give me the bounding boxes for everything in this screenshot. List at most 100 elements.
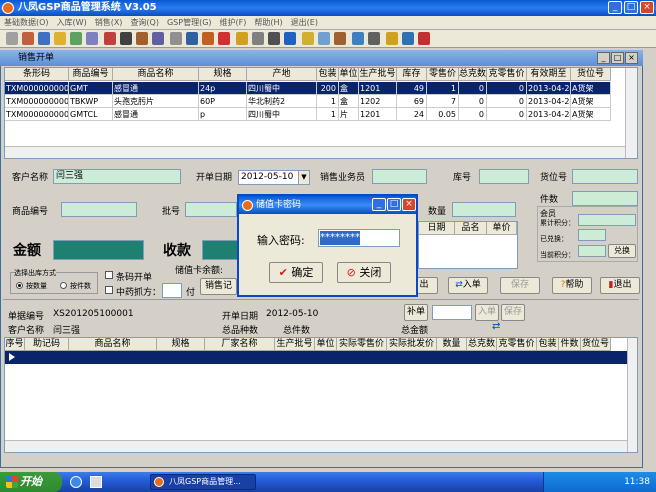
- toolbar-tool-icon[interactable]: [268, 32, 280, 45]
- product-grid[interactable]: 条形码 商品编号 商品名称 规格 产地 包装 单位 生产批号 库存 零售价 总克数 克零售价 有效期至货…: [4, 67, 638, 159]
- exit-button[interactable]: ▮退出: [600, 277, 640, 294]
- dialog-close-button[interactable]: ⊘ 关闭: [337, 262, 391, 283]
- radio-by-qty[interactable]: [16, 282, 23, 289]
- toolbar-tool-icon[interactable]: [6, 32, 18, 45]
- toolbar-tool-icon[interactable]: [284, 32, 296, 45]
- panel-maximize-icon[interactable]: □: [611, 52, 624, 64]
- grid-header-cell[interactable]: 总克数: [459, 68, 487, 81]
- order-header-cell[interactable]: 助记码: [25, 338, 69, 351]
- toolbar-tool-icon[interactable]: [22, 32, 34, 45]
- date-field[interactable]: 2012-05-10 ▼: [238, 170, 310, 185]
- order-header-cell[interactable]: 数量: [437, 338, 467, 351]
- toolbar-tool-icon[interactable]: [386, 32, 398, 45]
- batch-field[interactable]: [185, 202, 237, 217]
- grid-header-cell[interactable]: 有效期至: [527, 68, 571, 81]
- panel-close-icon[interactable]: ×: [625, 52, 638, 64]
- grid-header-cell[interactable]: 条形码: [5, 68, 69, 81]
- grid-row[interactable]: TXM0000000000 GMT 感冒通 24p 四川蜀中 200 盒 1201 49 1 0 0 2…: [5, 82, 625, 95]
- toolbar-tool-icon[interactable]: [152, 32, 164, 45]
- herb-checkbox[interactable]: [105, 286, 113, 294]
- order-header-cell[interactable]: 规格: [157, 338, 205, 351]
- toolbar-tool-icon[interactable]: [302, 32, 314, 45]
- redeem-button[interactable]: 兑换: [608, 244, 636, 258]
- menu-item[interactable]: GSP管理(G): [167, 16, 212, 30]
- fill-order-field[interactable]: [432, 305, 472, 320]
- order-header-cell[interactable]: 货位号: [581, 338, 611, 351]
- receipt-field[interactable]: [202, 240, 238, 260]
- grid-header-cell[interactable]: 商品编号: [69, 68, 113, 81]
- grid-header-cell[interactable]: 规格: [199, 68, 247, 81]
- doc-in-button[interactable]: 入单: [475, 304, 499, 321]
- toolbar-tool-icon[interactable]: [418, 32, 430, 45]
- order-header-cell[interactable]: 实际批发价: [387, 338, 437, 351]
- location-field[interactable]: [572, 169, 638, 184]
- taskbar-app-button[interactable]: 八凤GSP商品管理...: [150, 474, 256, 490]
- toolbar-tool-icon[interactable]: [120, 32, 132, 45]
- grid-header-cell[interactable]: 产地: [247, 68, 317, 81]
- ok-button[interactable]: ✔ 确定: [269, 262, 323, 283]
- save-button[interactable]: 保存: [500, 277, 540, 294]
- toolbar-tool-icon[interactable]: [38, 32, 50, 45]
- dialog-maximize-icon[interactable]: □: [387, 198, 401, 211]
- grid-header-cell[interactable]: 单位: [339, 68, 359, 81]
- grid-header-cell[interactable]: 库存: [397, 68, 427, 81]
- grid-header-cell[interactable]: 零售价: [427, 68, 459, 81]
- ie-icon[interactable]: [70, 476, 82, 488]
- grid-header-cell[interactable]: 生产批号: [359, 68, 397, 81]
- grid-row[interactable]: TXM0000000000 GMTCL 感冒通 p 四川蜀中 1 片 1201 24 0.05 0 0…: [5, 108, 625, 121]
- order-horizontal-scrollbar[interactable]: [5, 440, 627, 452]
- doc-save-button[interactable]: 保存: [501, 304, 525, 321]
- order-header-cell[interactable]: 厂家名称: [205, 338, 275, 351]
- menu-item[interactable]: 销售(X): [95, 16, 123, 30]
- toolbar-tool-icon[interactable]: [54, 32, 66, 45]
- grid-header-cell[interactable]: 货位号: [571, 68, 611, 81]
- toolbar-tool-icon[interactable]: [352, 32, 364, 45]
- toolbar-tool-icon[interactable]: [368, 32, 380, 45]
- toolbar-tool-icon[interactable]: [236, 32, 248, 45]
- toolbar-tool-icon[interactable]: [402, 32, 414, 45]
- fill-order-button[interactable]: 补单: [404, 304, 428, 321]
- menu-item[interactable]: 查询(Q): [130, 16, 159, 30]
- toolbar-tool-icon[interactable]: [104, 32, 116, 45]
- grid-header-cell[interactable]: 商品名称: [113, 68, 199, 81]
- grid-row[interactable]: TXM0000000000 TBKWP 头孢克肟片 60P 华北制药2 1 盒 1202 69 7…: [5, 95, 625, 108]
- order-header-cell[interactable]: 总克数: [467, 338, 497, 351]
- grid-header-cell[interactable]: 克零售价: [487, 68, 527, 81]
- desktop-icon[interactable]: [90, 476, 102, 488]
- help-button[interactable]: ?帮助: [552, 277, 592, 294]
- herb-qty-field[interactable]: [162, 283, 182, 298]
- order-header-cell[interactable]: 单位: [315, 338, 337, 351]
- sales-record-button[interactable]: 销售记: [200, 278, 237, 295]
- maximize-icon[interactable]: □: [624, 1, 638, 14]
- order-vertical-scrollbar[interactable]: [627, 338, 637, 452]
- in-order-button[interactable]: ⇄入单: [448, 277, 488, 294]
- order-header-cell[interactable]: 包装: [537, 338, 559, 351]
- order-row[interactable]: [5, 351, 627, 364]
- order-header-cell[interactable]: 克零售价: [497, 338, 537, 351]
- toolbar-tool-icon[interactable]: [318, 32, 330, 45]
- grid-header-cell[interactable]: 包装: [317, 68, 339, 81]
- storeno-field[interactable]: [479, 169, 529, 184]
- product-no-field[interactable]: [61, 202, 137, 217]
- swap-icon[interactable]: ⇄: [492, 321, 500, 332]
- toolbar-tool-icon[interactable]: [86, 32, 98, 45]
- menu-item[interactable]: 帮助(H): [254, 16, 282, 30]
- chevron-down-icon[interactable]: ▼: [298, 171, 309, 184]
- toolbar-tool-icon[interactable]: [136, 32, 148, 45]
- toolbar-tool-icon[interactable]: [170, 32, 182, 45]
- order-header-cell[interactable]: 实际零售价: [337, 338, 387, 351]
- toolbar-tool-icon[interactable]: [202, 32, 214, 45]
- vertical-scrollbar[interactable]: [625, 68, 637, 158]
- panel-minimize-icon[interactable]: _: [597, 52, 610, 64]
- customer-field[interactable]: 闫三强: [53, 169, 181, 184]
- password-field[interactable]: ********: [318, 229, 400, 247]
- order-header-cell[interactable]: 商品名称: [69, 338, 157, 351]
- pieces-field[interactable]: [572, 191, 638, 206]
- toolbar-tool-icon[interactable]: [218, 32, 230, 45]
- toolbar-tool-icon[interactable]: [334, 32, 346, 45]
- barcode-checkbox[interactable]: [105, 271, 113, 279]
- toolbar-tool-icon[interactable]: [252, 32, 264, 45]
- dialog-close-icon[interactable]: ×: [402, 198, 416, 211]
- radio-by-pieces[interactable]: [60, 282, 67, 289]
- minimize-icon[interactable]: _: [608, 1, 622, 14]
